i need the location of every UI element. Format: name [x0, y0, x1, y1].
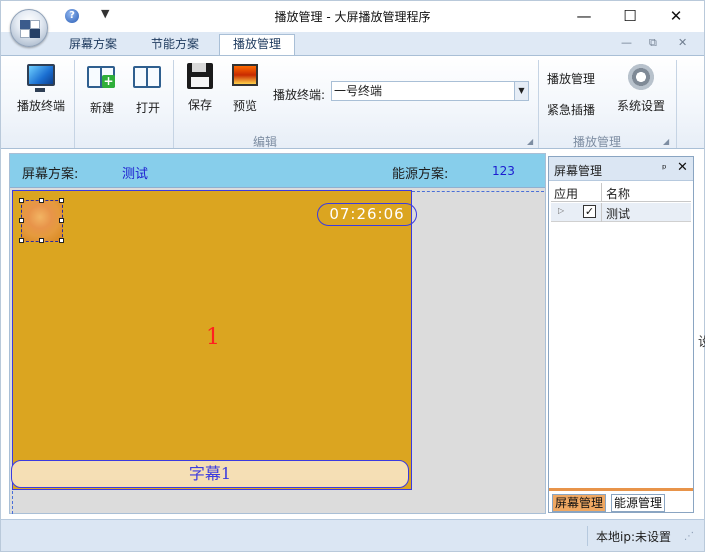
plan-info-bar: 屏幕方案: 测试 能源方案: 123: [10, 154, 545, 188]
status-bar: 本地ip:未设置 ⋰: [1, 519, 704, 551]
ribbon-group-separator: [538, 60, 539, 148]
terminal-select[interactable]: 一号终端 ▼: [331, 81, 529, 101]
expand-arrow-icon[interactable]: ▷: [558, 206, 564, 215]
resize-handle[interactable]: [19, 198, 24, 203]
app-logo-part: [20, 29, 30, 38]
screen-canvas[interactable]: 07:26:06 1 字幕1: [11, 190, 417, 490]
maximize-button[interactable]: ☐: [607, 1, 653, 32]
app-logo-part: [30, 29, 40, 38]
screen-management-panel: 屏幕管理 ᵖ ✕ 应用 名称 ▷ ✓ 测试 屏幕管理 能源管理: [548, 156, 694, 513]
close-icon[interactable]: ✕: [677, 160, 688, 175]
app-logo-icon: [20, 20, 30, 29]
system-settings-button[interactable]: 系统设置: [613, 62, 669, 114]
screen-plan-value: 测试: [122, 167, 149, 182]
mdi-restore-icon[interactable]: ⧉: [649, 36, 657, 50]
ribbon-group-separator: [676, 60, 677, 148]
subtitle-element[interactable]: 字幕1: [11, 460, 409, 488]
column-header-name[interactable]: 名称: [606, 185, 630, 202]
resize-handle[interactable]: [59, 218, 64, 223]
energy-plan-value: 123: [492, 164, 515, 178]
screen-plan-label: 屏幕方案:: [22, 167, 79, 182]
status-separator: [587, 526, 588, 546]
local-ip-status: 本地ip:未设置: [596, 530, 671, 544]
floppy-disk-icon: [185, 63, 215, 91]
column-header-apply[interactable]: 应用: [554, 185, 578, 202]
energy-plan-label: 能源方案:: [392, 167, 449, 182]
terminal-select-value: 一号终端: [334, 84, 383, 98]
mdi-close-icon[interactable]: ✕: [678, 36, 687, 49]
open-label: 打开: [135, 101, 160, 115]
tab-play-management[interactable]: 播放管理: [219, 34, 295, 55]
new-button[interactable]: + 新建: [83, 62, 121, 118]
play-terminal-button[interactable]: 播放终端: [13, 62, 69, 118]
resize-handle[interactable]: [59, 198, 64, 203]
new-label: 新建: [89, 101, 114, 115]
region-number: 1: [206, 325, 220, 350]
save-button[interactable]: 保存: [183, 62, 217, 118]
resize-handle[interactable]: [59, 238, 64, 243]
mdi-minimize-icon[interactable]: —: [621, 36, 632, 49]
new-book-icon: +: [87, 66, 117, 94]
play-group-launcher-icon[interactable]: ◢: [663, 137, 669, 146]
panel-tab-energy-management[interactable]: 能源管理: [611, 494, 666, 512]
grid-header: 应用 名称: [551, 183, 691, 202]
row-name: 测试: [606, 207, 631, 221]
resize-grip-icon[interactable]: ⋰: [684, 531, 694, 542]
pin-icon[interactable]: ᵖ: [662, 162, 667, 175]
resize-handle[interactable]: [19, 238, 24, 243]
preview-screen-icon: [230, 64, 260, 92]
system-settings-label: 系统设置: [616, 99, 665, 113]
panel-title: 屏幕管理: [554, 164, 603, 178]
emergency-insert-button[interactable]: 紧急插播: [547, 101, 595, 118]
panel-tab-screen-management[interactable]: 屏幕管理: [552, 494, 607, 512]
open-button[interactable]: 打开: [129, 62, 167, 118]
panel-tab-strip: 屏幕管理 能源管理: [549, 488, 693, 512]
chevron-down-icon[interactable]: ▼: [514, 82, 528, 100]
tab-energy-plan[interactable]: 节能方案: [141, 35, 209, 55]
terminal-label: 播放终端:: [273, 88, 326, 102]
ribbon-separator: [173, 60, 174, 148]
play-manage-button[interactable]: 播放管理: [547, 70, 595, 87]
play-terminal-label: 播放终端: [16, 99, 65, 113]
clock-element[interactable]: 07:26:06: [317, 203, 417, 226]
group-edit-label: 编辑: [253, 135, 278, 149]
save-label: 保存: [187, 98, 212, 112]
resize-handle[interactable]: [39, 198, 44, 203]
column-separator: [601, 203, 602, 222]
clipped-text: 设: [698, 335, 705, 350]
minimize-button[interactable]: —: [561, 1, 607, 32]
column-separator: [601, 183, 602, 202]
ribbon-separator: [74, 60, 75, 148]
app-logo-part: [30, 20, 40, 29]
apply-checkbox[interactable]: ✓: [583, 205, 596, 218]
gear-icon: [626, 62, 656, 92]
application-menu-button[interactable]: [10, 9, 48, 47]
ribbon: 播放终端 + 新建 打开 保存 预览 播放终端: 一号终端 ▼ 编辑 ◢ 播放管…: [1, 55, 704, 149]
resize-handle[interactable]: [19, 218, 24, 223]
main-window: ? ▼ 播放管理 - 大屏播放管理程序 — ☐ ✕ 屏幕方案 节能方案 播放管理…: [0, 0, 705, 552]
open-book-icon: [133, 66, 163, 94]
group-play-label: 播放管理: [573, 135, 622, 149]
close-button[interactable]: ✕: [653, 1, 699, 32]
monitor-icon: [26, 64, 56, 92]
title-bar: ? ▼ 播放管理 - 大屏播放管理程序 — ☐ ✕: [1, 1, 704, 32]
image-element[interactable]: [19, 198, 64, 243]
table-row[interactable]: ▷ ✓ 测试: [551, 203, 691, 222]
tab-screen-plan[interactable]: 屏幕方案: [59, 35, 127, 55]
resize-handle[interactable]: [39, 238, 44, 243]
preview-label: 预览: [232, 99, 257, 113]
panel-header: 屏幕管理 ᵖ ✕: [549, 157, 693, 181]
edit-group-launcher-icon[interactable]: ◢: [527, 137, 533, 146]
screen-design-area: 屏幕方案: 测试 能源方案: 123 07:26:06 1 字幕1: [9, 153, 546, 514]
preview-button[interactable]: 预览: [227, 62, 263, 118]
canvas-guide-line: [412, 191, 544, 192]
ribbon-tab-row: 屏幕方案 节能方案 播放管理 — ⧉ ✕: [1, 32, 704, 55]
